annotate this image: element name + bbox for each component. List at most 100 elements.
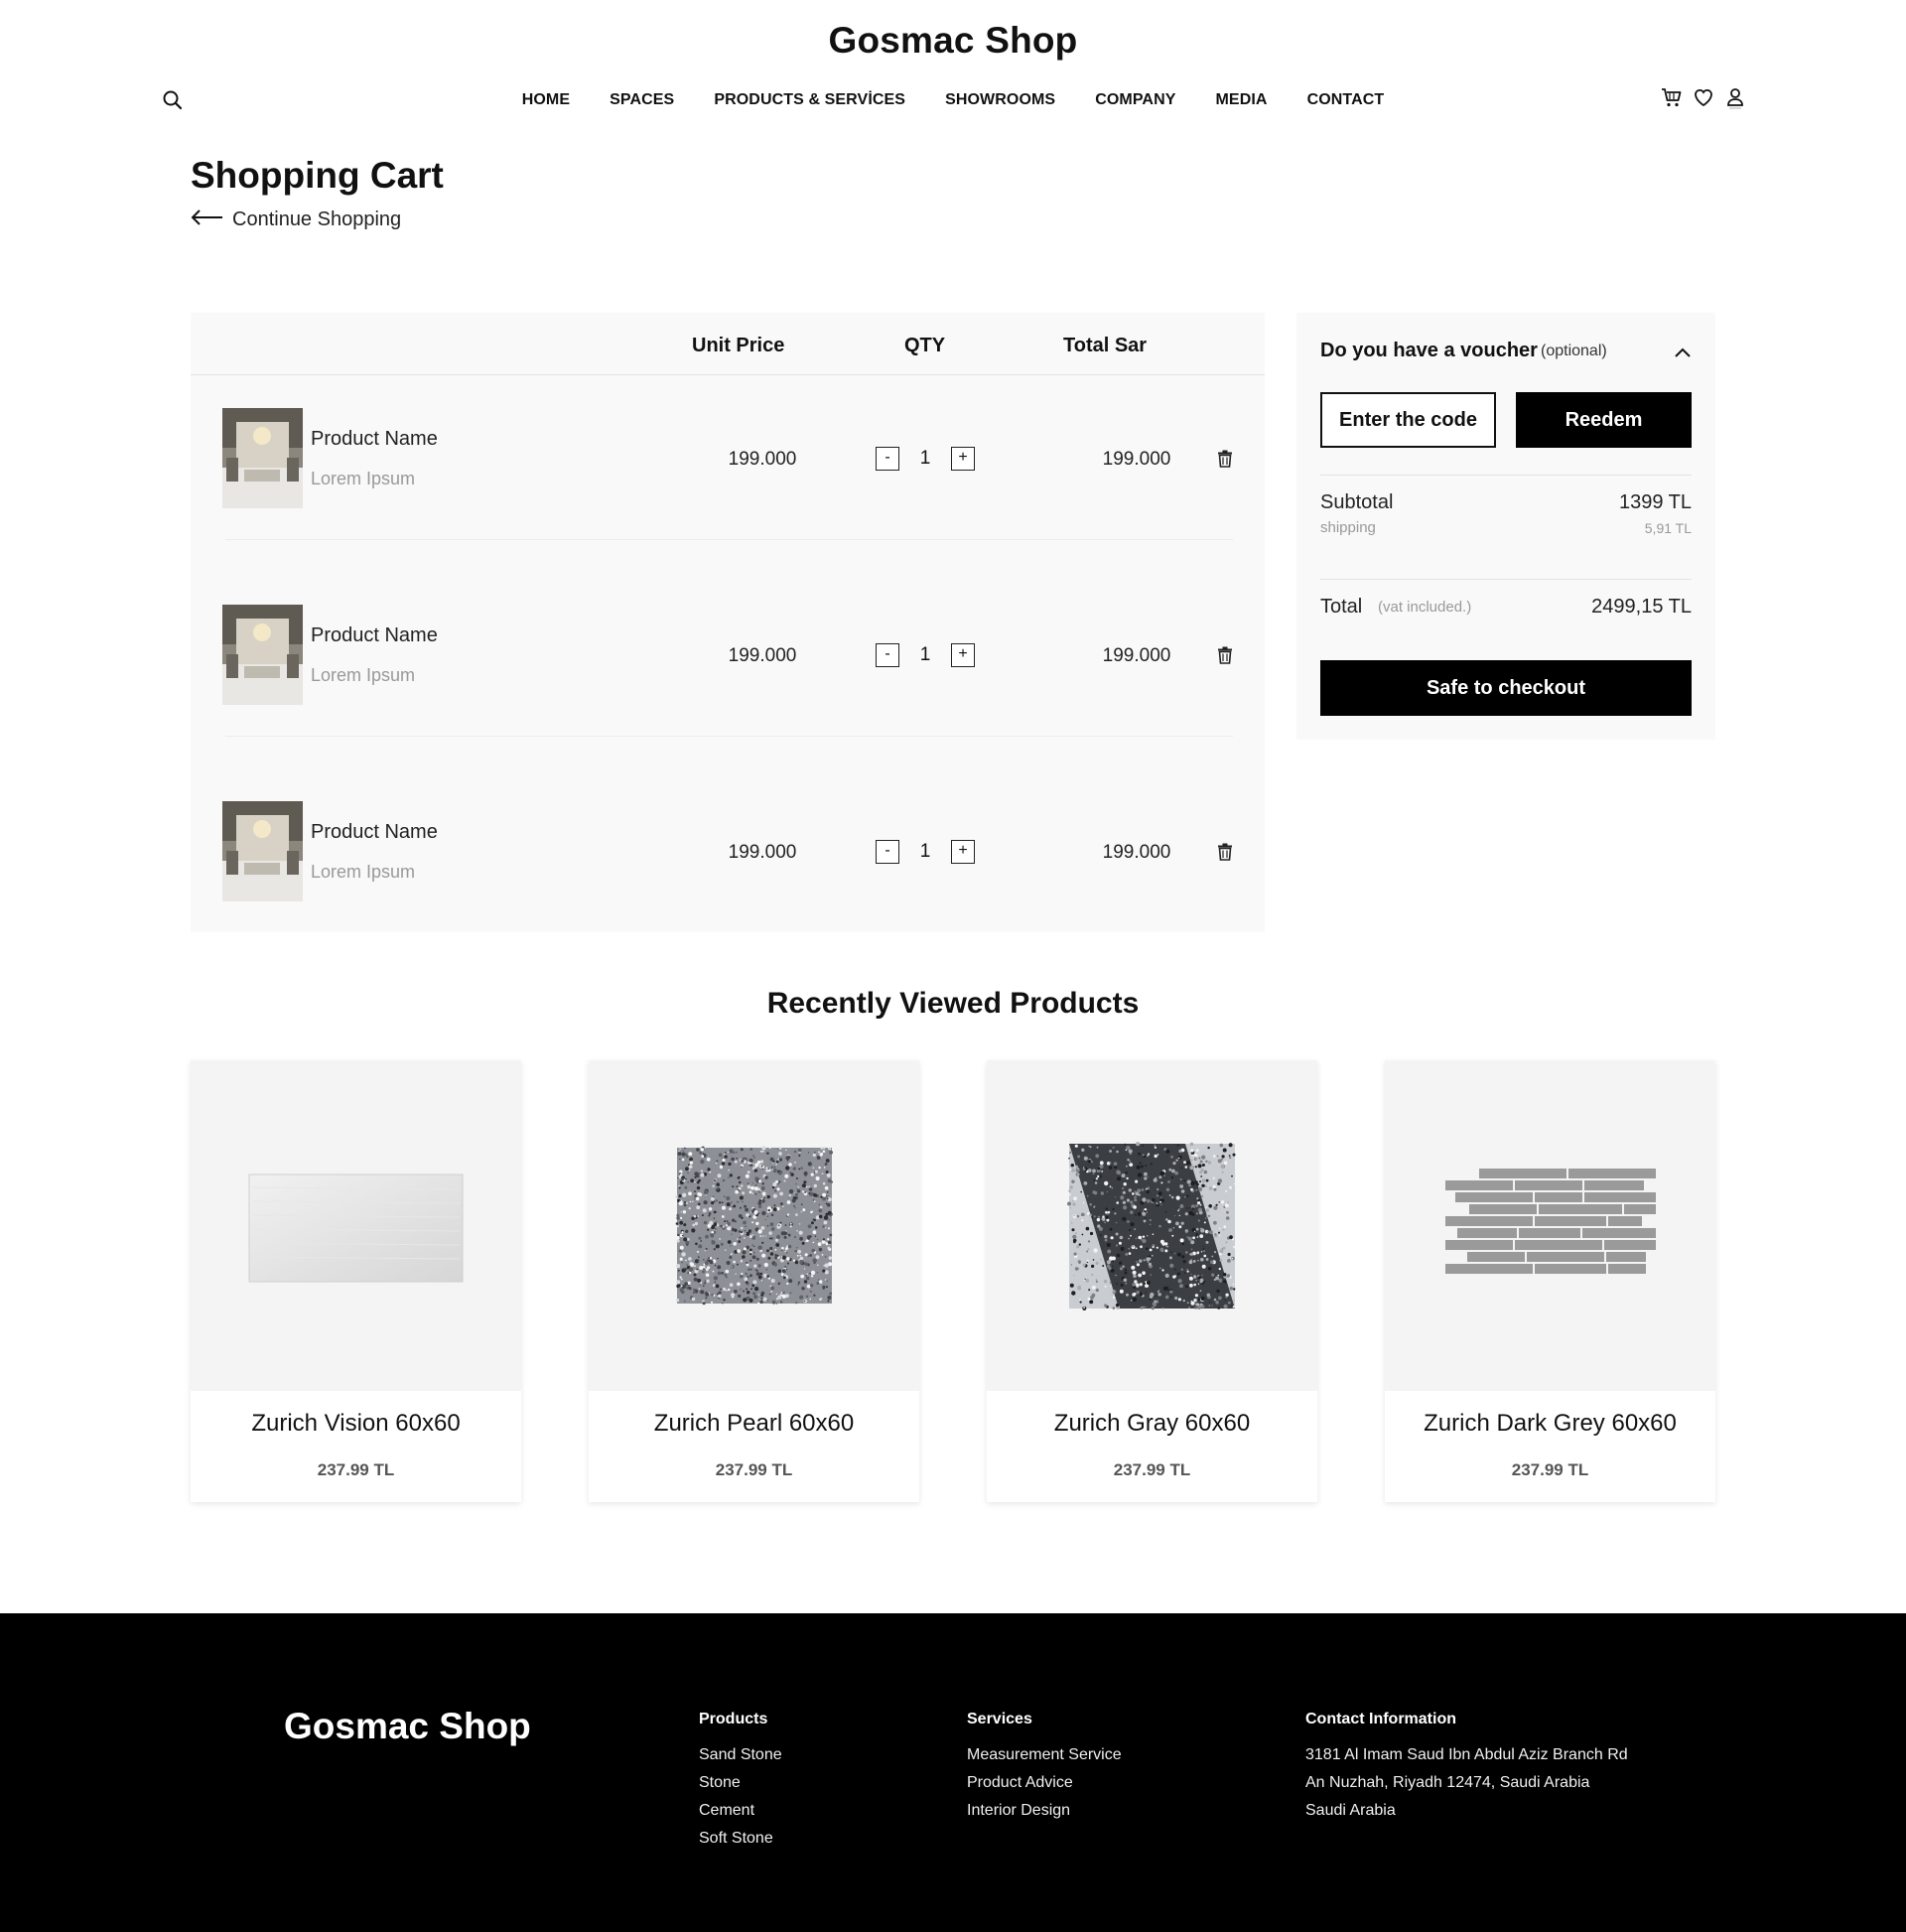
footer-link[interactable]: Interior Design — [967, 1797, 1122, 1825]
cart-header-row: Unit Price QTY Total Sar — [191, 313, 1265, 375]
shipping-label: shipping — [1320, 519, 1376, 536]
product-thumbnail[interactable] — [222, 605, 303, 705]
cart-product-subtitle: Lorem Ipsum — [311, 665, 416, 685]
nav-media[interactable]: MEDIA — [1216, 91, 1268, 109]
heart-icon[interactable] — [1692, 85, 1715, 109]
footer-link[interactable]: Product Advice — [967, 1769, 1122, 1797]
decrease-qty-button[interactable]: - — [876, 643, 899, 667]
product-card[interactable]: Zurich Dark Grey 60x60 237.99 TL — [1385, 1060, 1715, 1502]
total-value: 2499,15 TL — [1591, 596, 1692, 618]
product-card[interactable]: Zurich Pearl 60x60 237.99 TL — [589, 1060, 919, 1502]
cart-row: Product Name Lorem Ipsum 199.000 -1 +199.000 — [191, 768, 1265, 965]
qty-value: 1 — [919, 644, 931, 665]
qty-header: QTY — [904, 335, 946, 356]
arrow-left-icon — [191, 208, 224, 231]
redeem-button[interactable]: Reedem — [1516, 392, 1692, 448]
qty-value: 1 — [919, 841, 931, 862]
row-divider — [225, 736, 1233, 737]
voucher-title: Do you have a voucher — [1320, 340, 1538, 361]
product-card[interactable]: Zurich Vision 60x60 237.99 TL — [191, 1060, 521, 1502]
product-thumbnail[interactable] — [222, 801, 303, 901]
shipping-value: 5,91 TL — [1644, 520, 1692, 536]
quantity-stepper: -1 + — [876, 840, 975, 864]
checkout-button[interactable]: Safe to checkout — [1320, 660, 1692, 716]
nav-contact[interactable]: CONTACT — [1307, 91, 1385, 109]
continue-shopping-link[interactable]: Continue Shopping — [191, 208, 401, 231]
summary-divider — [1320, 579, 1692, 580]
product-image — [1385, 1060, 1715, 1391]
qty-value: 1 — [919, 448, 931, 469]
increase-qty-button[interactable]: + — [951, 643, 975, 667]
cart-row: Product Name Lorem Ipsum 199.000 -1 +199.000 — [191, 572, 1265, 768]
footer-link[interactable]: Soft Stone — [699, 1825, 782, 1853]
product-name: Zurich Pearl 60x60 — [653, 1410, 855, 1437]
footer-link[interactable]: Measurement Service — [967, 1741, 1122, 1769]
recently-viewed-title: Recently Viewed Products — [766, 987, 1140, 1020]
product-name: Zurich Gray 60x60 — [1053, 1410, 1251, 1437]
quantity-stepper: -1 + — [876, 447, 975, 471]
footer-link[interactable]: Sand Stone — [699, 1741, 782, 1769]
footer-address-line: Saudi Arabia — [1305, 1802, 1396, 1819]
voucher-optional-label: (optional) — [1541, 343, 1607, 359]
summary-divider — [1320, 475, 1692, 476]
footer-contact-column: Contact Information 3181 Al Imam Saud Ib… — [1305, 1711, 1628, 1825]
line-total: 199.000 — [1102, 842, 1171, 863]
cart-icon[interactable] — [1660, 85, 1684, 109]
total-label: Total — [1320, 596, 1363, 618]
decrease-qty-button[interactable]: - — [876, 447, 899, 471]
trash-icon[interactable] — [1217, 450, 1235, 470]
chevron-up-icon[interactable] — [1673, 343, 1693, 362]
unit-price: 199.000 — [728, 842, 797, 863]
decrease-qty-button[interactable]: - — [876, 840, 899, 864]
nav-spaces[interactable]: SPACES — [610, 91, 674, 109]
cart-product-name[interactable]: Product Name — [311, 428, 438, 451]
total-header: Total Sar — [1063, 335, 1148, 356]
product-card[interactable]: Zurich Gray 60x60 237.99 TL — [987, 1060, 1317, 1502]
subtotal-value: 1399 TL — [1618, 491, 1692, 513]
trash-icon[interactable] — [1217, 646, 1235, 666]
site-logo[interactable]: Gosmac Shop — [0, 20, 1906, 62]
footer-products-column: Products Sand Stone Stone Cement Soft St… — [699, 1711, 782, 1853]
order-summary: Do you have a voucher (optional) Reedem … — [1296, 313, 1715, 740]
footer-logo[interactable]: Gosmac Shop — [284, 1706, 531, 1747]
cart-product-name[interactable]: Product Name — [311, 821, 438, 844]
unit-price-header: Unit Price — [692, 335, 785, 356]
product-image — [589, 1060, 919, 1391]
product-price: 237.99 TL — [1113, 1460, 1191, 1479]
increase-qty-button[interactable]: + — [951, 840, 975, 864]
footer-products-title: Products — [699, 1711, 768, 1727]
row-divider — [225, 539, 1233, 540]
footer-services-title: Services — [967, 1711, 1032, 1727]
nav-products-services[interactable]: PRODUCTS & SERVİCES — [714, 91, 905, 109]
cart-product-subtitle: Lorem Ipsum — [311, 469, 416, 488]
vat-note: (vat included.) — [1378, 599, 1472, 616]
nav-home[interactable]: HOME — [522, 91, 570, 109]
product-name: Zurich Vision 60x60 — [251, 1410, 461, 1437]
increase-qty-button[interactable]: + — [951, 447, 975, 471]
footer-services-column: Services Measurement Service Product Adv… — [967, 1711, 1122, 1825]
voucher-code-input[interactable] — [1320, 392, 1496, 448]
product-price: 237.99 TL — [317, 1460, 395, 1479]
nav-showrooms[interactable]: SHOWROOMS — [945, 91, 1055, 109]
footer-link[interactable]: Stone — [699, 1769, 782, 1797]
main-nav: HOME SPACES PRODUCTS & SERVİCES SHOWROOM… — [0, 91, 1906, 109]
footer-address-line: 3181 Al Imam Saud Ibn Abdul Aziz Branch … — [1305, 1746, 1628, 1763]
user-icon[interactable] — [1723, 85, 1747, 109]
subtotal-label: Subtotal — [1320, 491, 1394, 513]
cart-row: Product Name Lorem Ipsum 199.000 -1 +199.000 — [191, 375, 1265, 572]
product-price: 237.99 TL — [715, 1460, 793, 1479]
footer-link[interactable]: Cement — [699, 1797, 782, 1825]
line-total: 199.000 — [1102, 645, 1171, 666]
nav-company[interactable]: COMPANY — [1095, 91, 1175, 109]
cart-product-name[interactable]: Product Name — [311, 624, 438, 647]
line-total: 199.000 — [1102, 449, 1171, 470]
product-name: Zurich Dark Grey 60x60 — [1424, 1410, 1677, 1437]
trash-icon[interactable] — [1217, 843, 1235, 863]
footer-contact-title: Contact Information — [1305, 1711, 1456, 1727]
product-thumbnail[interactable] — [222, 408, 303, 508]
continue-shopping-label: Continue Shopping — [232, 208, 402, 230]
product-image — [191, 1060, 521, 1391]
page-title: Shopping Cart — [191, 155, 444, 196]
quantity-stepper: -1 + — [876, 643, 975, 667]
site-footer: Gosmac Shop Products Sand Stone Stone Ce… — [0, 1613, 1906, 1932]
